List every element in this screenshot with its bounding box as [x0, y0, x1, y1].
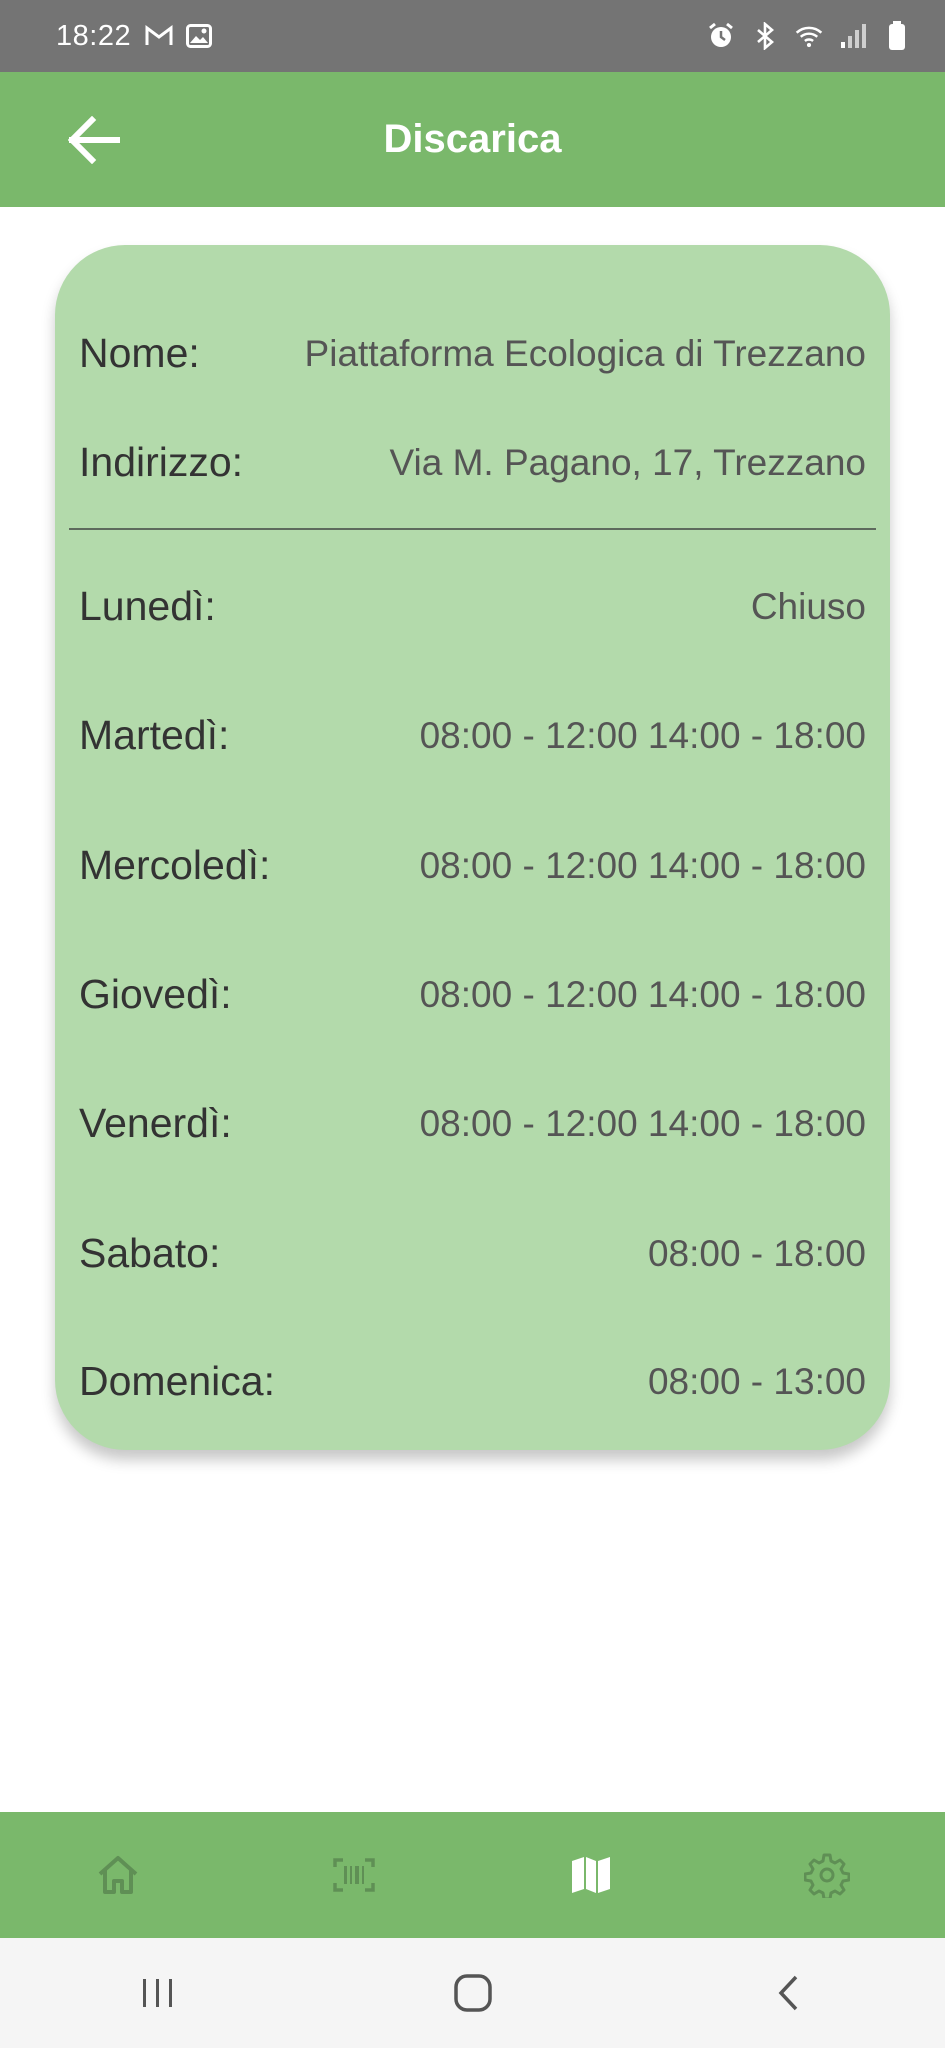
landfill-info-card: Nome: Piattaforma Ecologica di Trezzano …	[55, 245, 890, 1450]
schedule-day: Lunedì:	[79, 583, 216, 629]
schedule-row-monday: Lunedì: Chiuso	[79, 583, 866, 630]
address-row: Indirizzo: Via M. Pagano, 17, Trezzano	[79, 439, 866, 486]
app-bar: Discarica	[0, 72, 945, 207]
address-value: Via M. Pagano, 17, Trezzano	[389, 441, 866, 483]
back-button[interactable]	[64, 110, 124, 170]
divider	[69, 528, 876, 530]
arrow-left-icon	[68, 116, 120, 164]
wifi-icon	[795, 22, 823, 50]
schedule-row-tuesday: Martedì: 08:00 - 12:00 14:00 - 18:00	[79, 712, 866, 759]
schedule-hours: 08:00 - 12:00 14:00 - 18:00	[419, 844, 866, 886]
bluetooth-icon	[751, 22, 779, 50]
bottom-navigation	[0, 1812, 945, 1938]
schedule-hours: 08:00 - 12:00 14:00 - 18:00	[419, 714, 866, 756]
schedule-hours: 08:00 - 12:00 14:00 - 18:00	[419, 973, 866, 1015]
schedule-hours: 08:00 - 12:00 14:00 - 18:00	[419, 1102, 866, 1144]
alarm-icon	[707, 22, 735, 50]
battery-icon	[883, 21, 911, 50]
nav-map[interactable]	[531, 1830, 651, 1920]
home-button-icon	[453, 1974, 492, 2012]
schedule-day: Martedì:	[79, 712, 230, 758]
status-bar: 18:22	[0, 0, 945, 72]
status-time: 18:22	[56, 19, 132, 52]
status-left-icons	[145, 22, 213, 50]
signal-icon	[839, 22, 867, 50]
schedule-day: Mercoledì:	[79, 842, 271, 888]
image-icon	[185, 22, 213, 50]
back-chevron-icon	[778, 1975, 797, 2011]
nav-home[interactable]	[58, 1830, 178, 1920]
schedule-row-sunday: Domenica: 08:00 - 13:00	[79, 1358, 866, 1405]
back-nav-button[interactable]	[728, 1953, 848, 2033]
schedule-row-wednesday: Mercoledì: 08:00 - 12:00 14:00 - 18:00	[79, 842, 866, 889]
settings-gear-icon	[803, 1853, 850, 1898]
schedule-row-friday: Venerdì: 08:00 - 12:00 14:00 - 18:00	[79, 1100, 866, 1147]
nav-scan[interactable]	[294, 1830, 414, 1920]
nav-settings[interactable]	[767, 1830, 887, 1920]
recent-apps-button[interactable]	[98, 1953, 218, 2033]
map-icon	[571, 1857, 610, 1893]
system-navigation-bar	[0, 1938, 945, 2048]
status-right-icons	[707, 21, 911, 50]
name-value: Piattaforma Ecologica di Trezzano	[304, 332, 866, 374]
schedule-day: Domenica:	[79, 1358, 275, 1404]
name-row: Nome: Piattaforma Ecologica di Trezzano	[79, 330, 866, 377]
address-label: Indirizzo:	[79, 439, 244, 485]
schedule-hours: Chiuso	[750, 585, 866, 627]
schedule-day: Venerdì:	[79, 1100, 232, 1146]
gmail-icon	[145, 22, 173, 50]
home-button[interactable]	[413, 1953, 533, 2033]
schedule-hours: 08:00 - 13:00	[647, 1360, 866, 1402]
recent-apps-icon	[142, 1979, 172, 2007]
schedule-row-saturday: Sabato: 08:00 - 18:00	[79, 1230, 866, 1277]
schedule-hours: 08:00 - 18:00	[647, 1232, 866, 1274]
home-icon	[98, 1856, 138, 1894]
name-label: Nome:	[79, 330, 200, 376]
page-title: Discarica	[383, 117, 562, 161]
schedule-day: Sabato:	[79, 1230, 221, 1276]
schedule-day: Giovedì:	[79, 971, 232, 1017]
barcode-scan-icon	[333, 1858, 376, 1892]
schedule-row-thursday: Giovedì: 08:00 - 12:00 14:00 - 18:00	[79, 971, 866, 1018]
